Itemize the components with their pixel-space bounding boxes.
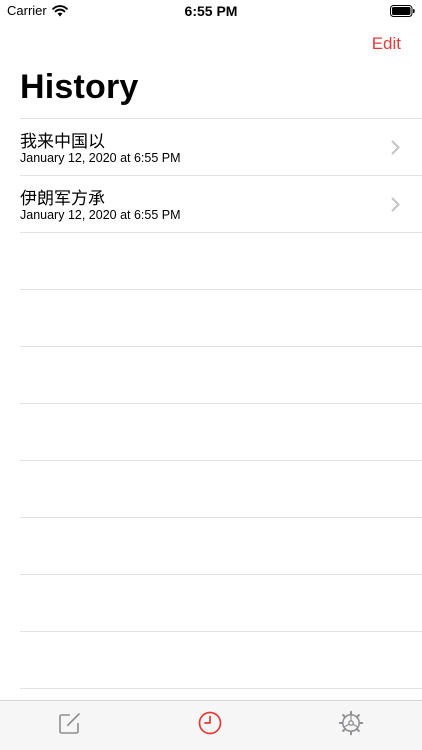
empty-row xyxy=(20,289,422,346)
tab-settings[interactable] xyxy=(338,710,364,736)
history-row[interactable]: 我来中国以 January 12, 2020 at 6:55 PM xyxy=(20,118,422,175)
history-row-title: 伊朗军方承 xyxy=(20,189,105,209)
gear-icon xyxy=(338,710,364,736)
chevron-right-icon xyxy=(391,197,400,212)
compose-icon xyxy=(59,713,80,734)
edit-button[interactable]: Edit xyxy=(372,34,401,54)
tab-history[interactable] xyxy=(197,710,223,736)
empty-row xyxy=(20,403,422,460)
history-row-date: January 12, 2020 at 6:55 PM xyxy=(20,208,181,222)
clock-icon xyxy=(198,711,222,735)
empty-row xyxy=(20,517,422,574)
page-title: History xyxy=(20,68,139,106)
tab-bar xyxy=(0,700,422,750)
history-row-title: 我来中国以 xyxy=(20,132,105,152)
status-time: 6:55 PM xyxy=(184,3,238,19)
empty-row xyxy=(20,232,422,289)
history-row[interactable]: 伊朗军方承 January 12, 2020 at 6:55 PM xyxy=(20,175,422,232)
history-list: 我来中国以 January 12, 2020 at 6:55 PM 伊朗军方承 … xyxy=(20,118,422,745)
empty-row xyxy=(20,574,422,631)
status-bar: Carrier 6:55 PM xyxy=(0,0,422,22)
battery-icon xyxy=(390,5,415,17)
tab-compose[interactable] xyxy=(57,710,83,736)
history-row-date: January 12, 2020 at 6:55 PM xyxy=(20,151,181,165)
empty-row xyxy=(20,346,422,403)
empty-row xyxy=(20,631,422,688)
empty-row xyxy=(20,460,422,517)
chevron-right-icon xyxy=(391,140,400,155)
